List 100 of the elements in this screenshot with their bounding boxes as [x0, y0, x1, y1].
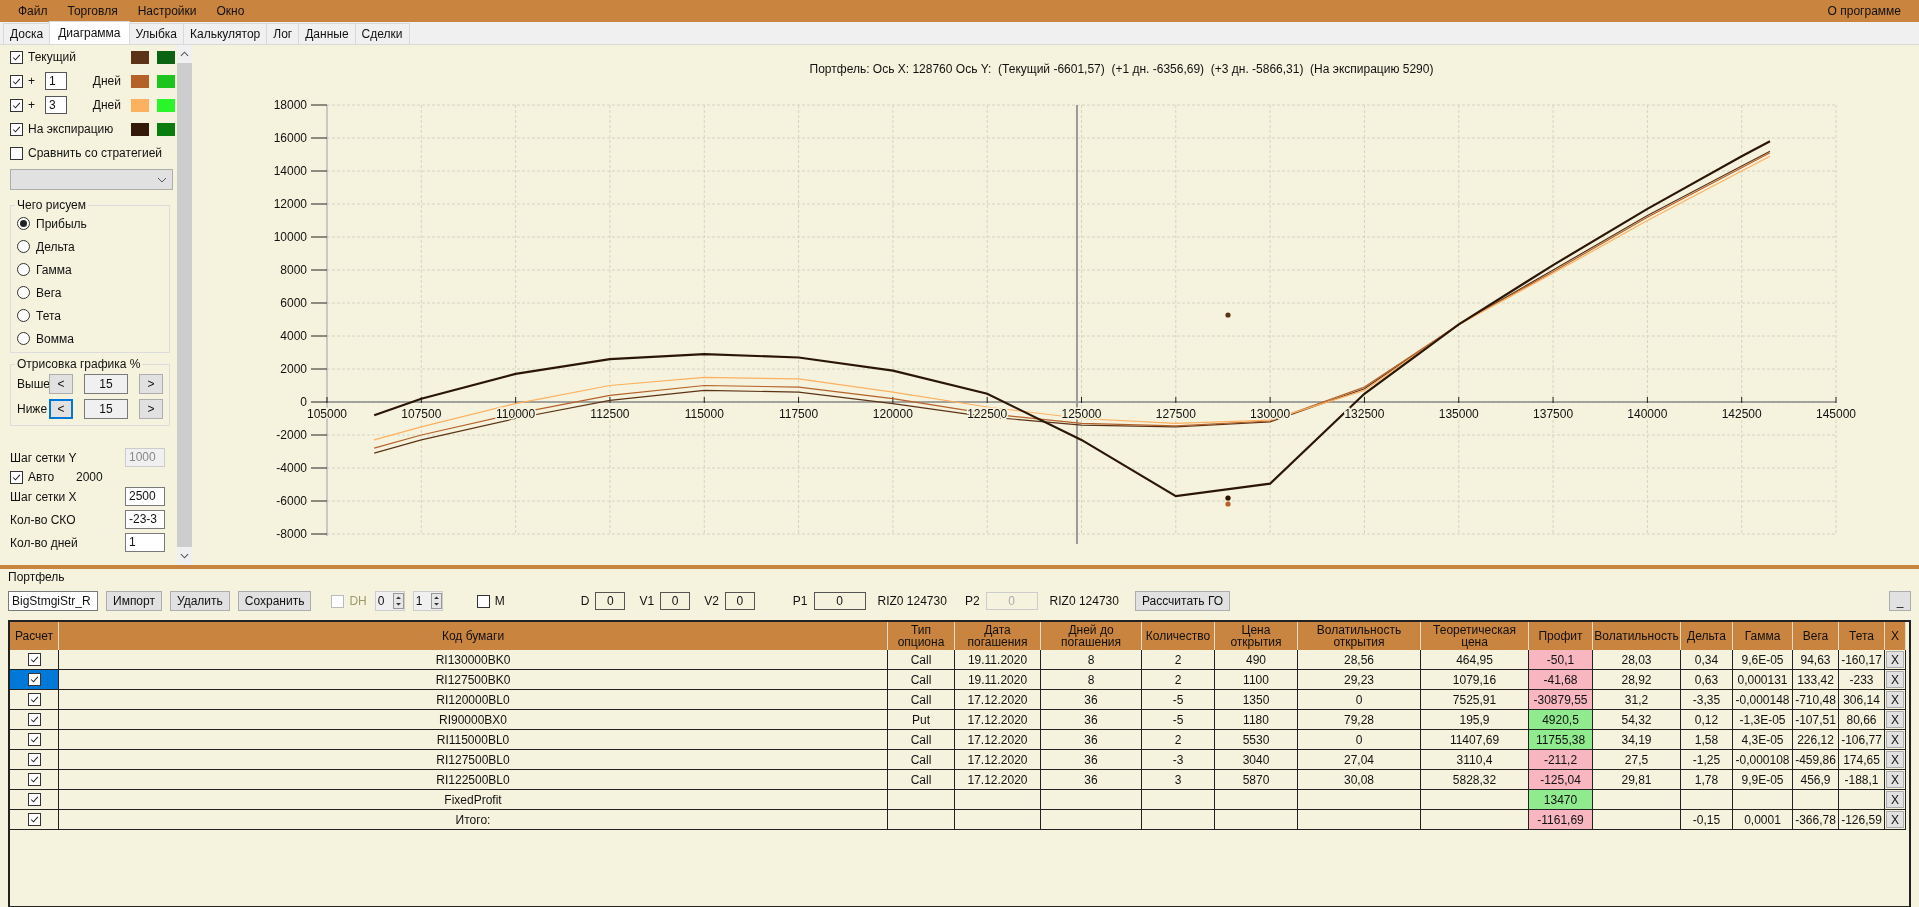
- column-header: Тип опциона: [888, 622, 955, 650]
- radio-button[interactable]: [17, 332, 30, 345]
- tab[interactable]: Данные: [298, 23, 356, 44]
- table-cell[interactable]: [10, 790, 59, 810]
- delete-button[interactable]: X: [1886, 791, 1904, 808]
- table-cell: -3: [1142, 750, 1215, 770]
- tab[interactable]: Сделки: [354, 23, 410, 44]
- toolbar-button[interactable]: Импорт: [106, 591, 162, 611]
- checkbox[interactable]: [27, 713, 41, 726]
- days-field[interactable]: 3: [45, 96, 67, 114]
- toolbar-button[interactable]: Удалить: [169, 591, 230, 611]
- increase-button[interactable]: >: [139, 373, 163, 394]
- checkbox[interactable]: [10, 50, 23, 64]
- tab[interactable]: Диаграмма: [49, 21, 130, 44]
- plus-label: +: [28, 98, 36, 112]
- color-swatch[interactable]: [131, 122, 149, 136]
- menu-item[interactable]: Окно: [206, 4, 255, 18]
- checkbox[interactable]: [27, 793, 41, 806]
- table-cell: 28,03: [1593, 650, 1681, 670]
- column-header: Дельта: [1681, 622, 1733, 650]
- table-cell[interactable]: [10, 750, 59, 770]
- value-field[interactable]: 0: [724, 592, 755, 610]
- delete-button[interactable]: X: [1886, 731, 1904, 748]
- tick-label: 4000: [280, 329, 307, 343]
- delete-button[interactable]: X: [1886, 711, 1904, 728]
- checkbox-label: DH: [349, 594, 367, 608]
- delete-button[interactable]: X: [1886, 651, 1904, 668]
- color-swatch[interactable]: [157, 122, 175, 136]
- value-field[interactable]: 0: [660, 592, 691, 610]
- spin-arrows-icon[interactable]: [430, 593, 442, 609]
- checkbox[interactable]: [27, 733, 41, 746]
- days-field[interactable]: 1: [45, 72, 67, 90]
- menu-item[interactable]: Настройки: [127, 4, 207, 18]
- radio-button[interactable]: [17, 286, 30, 299]
- checkbox[interactable]: [27, 693, 41, 706]
- setting-field[interactable]: 2500: [125, 487, 165, 506]
- setting-field[interactable]: -23-3: [125, 510, 165, 529]
- scroll-down-icon[interactable]: [180, 553, 189, 559]
- strategy-dropdown[interactable]: BigStmgiStr_R: [8, 591, 98, 611]
- table-cell: 9,9E-05: [1733, 770, 1793, 790]
- radio-button[interactable]: [17, 309, 30, 322]
- calculate-button[interactable]: Рассчитать ГО: [1134, 591, 1231, 611]
- delete-button[interactable]: X: [1886, 811, 1904, 828]
- auto-value: 2000: [76, 470, 103, 484]
- table-cell: -459,86: [1793, 750, 1839, 770]
- color-swatch[interactable]: [157, 50, 175, 64]
- tick-label: 112500: [590, 407, 630, 421]
- radio-button[interactable]: [17, 217, 30, 230]
- tab[interactable]: Калькулятор: [183, 23, 268, 44]
- table-cell: 4,3E-05: [1733, 730, 1793, 750]
- checkbox[interactable]: [10, 98, 23, 112]
- tab[interactable]: Доска: [3, 23, 51, 44]
- spin-field[interactable]: 1: [412, 591, 443, 611]
- table-cell: -5: [1142, 710, 1215, 730]
- spin-arrows-icon[interactable]: [392, 593, 404, 609]
- value-field[interactable]: 0: [813, 592, 866, 610]
- percent-field[interactable]: 15: [84, 398, 128, 419]
- radio-button[interactable]: [17, 263, 30, 276]
- checkbox[interactable]: [27, 673, 41, 686]
- scroll-up-icon[interactable]: [180, 51, 189, 57]
- checkbox[interactable]: [27, 813, 41, 826]
- percent-field[interactable]: 15: [84, 373, 128, 394]
- checkbox[interactable]: [10, 146, 23, 160]
- checkbox[interactable]: [476, 594, 490, 608]
- delete-button[interactable]: X: [1886, 671, 1904, 688]
- increase-button[interactable]: >: [139, 398, 163, 419]
- table-cell: 0,12: [1681, 710, 1733, 730]
- checkbox[interactable]: [10, 470, 23, 484]
- minimize-button[interactable]: _: [1889, 591, 1911, 611]
- value-field[interactable]: 0: [595, 592, 626, 610]
- color-swatch[interactable]: [131, 98, 149, 112]
- delete-button[interactable]: X: [1886, 771, 1904, 788]
- checkbox[interactable]: [27, 753, 41, 766]
- delete-button[interactable]: X: [1886, 751, 1904, 768]
- table-cell[interactable]: [10, 670, 59, 690]
- checkbox[interactable]: [27, 773, 41, 786]
- toolbar-button[interactable]: Сохранить: [237, 591, 312, 611]
- table-cell: -0,15: [1681, 810, 1733, 830]
- radio-button[interactable]: [17, 240, 30, 253]
- table-cell[interactable]: [10, 770, 59, 790]
- menu-item[interactable]: О программе: [1817, 4, 1911, 18]
- table-cell[interactable]: [10, 730, 59, 750]
- menu-item[interactable]: Файл: [8, 4, 58, 18]
- table-cell[interactable]: [10, 690, 59, 710]
- color-swatch[interactable]: [131, 74, 149, 88]
- decrease-button[interactable]: <: [49, 373, 73, 394]
- color-swatch[interactable]: [131, 50, 149, 64]
- table-cell[interactable]: [10, 710, 59, 730]
- checkbox[interactable]: [10, 122, 23, 136]
- color-swatch[interactable]: [157, 98, 175, 112]
- spin-field[interactable]: 0: [374, 591, 405, 611]
- menu-item[interactable]: Торговля: [57, 4, 128, 18]
- decrease-button[interactable]: <: [49, 398, 73, 419]
- checkbox[interactable]: [27, 653, 41, 666]
- color-swatch[interactable]: [157, 74, 175, 88]
- table-cell[interactable]: [10, 810, 59, 830]
- setting-field[interactable]: 1: [125, 533, 165, 552]
- scrollbar[interactable]: [177, 45, 192, 565]
- delete-button[interactable]: X: [1886, 691, 1904, 708]
- checkbox[interactable]: [10, 74, 23, 88]
